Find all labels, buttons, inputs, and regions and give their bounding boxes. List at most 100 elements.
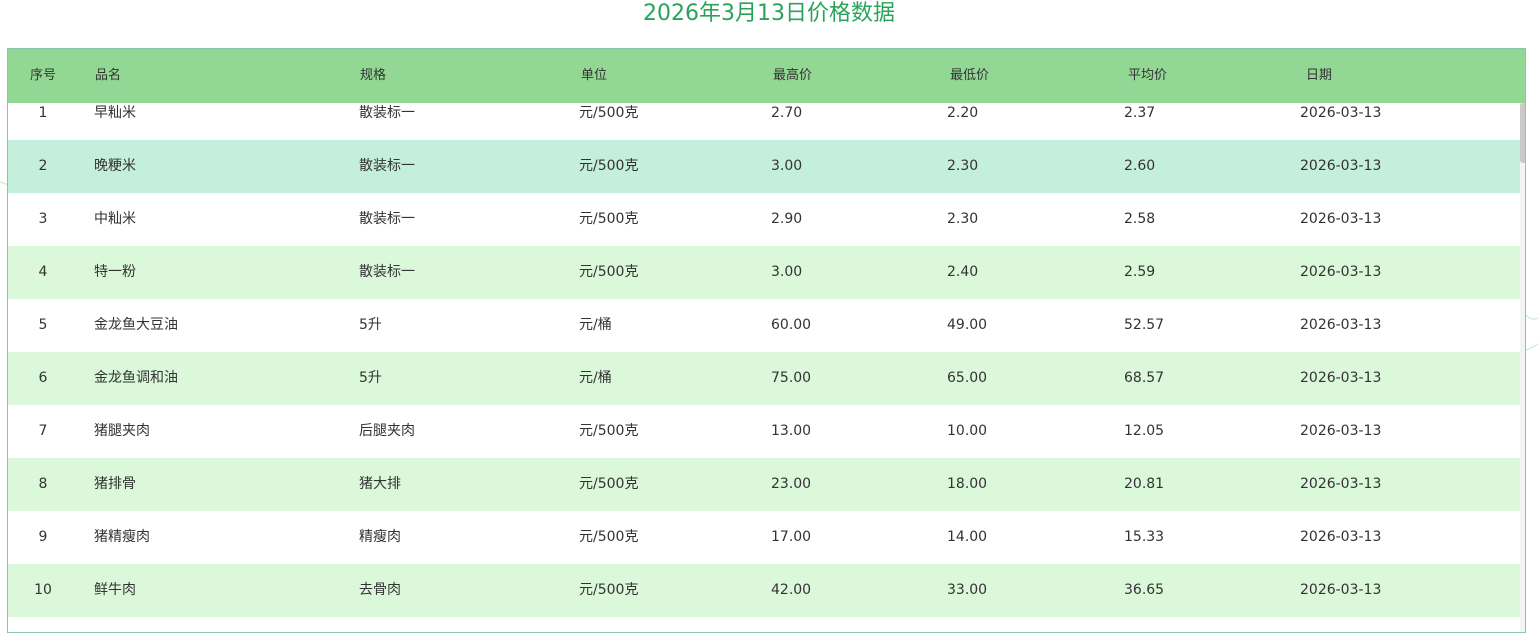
- cell-spec: 5升: [359, 370, 382, 386]
- cell-avg-price: 2.59: [1124, 264, 1156, 280]
- cell-avg-price: 2.60: [1124, 158, 1156, 174]
- cell-name: 早籼米: [94, 105, 136, 121]
- table-row[interactable]: 7 猪腿夹肉 后腿夹肉 元/500克 13.00 10.00 12.05 202…: [8, 405, 1520, 458]
- cell-max-price: 75.00: [771, 370, 812, 386]
- cell-unit: 元/500克: [579, 582, 639, 598]
- column-header-unit: 单位: [581, 68, 608, 83]
- table-row[interactable]: 2 晚粳米 散装标一 元/500克 3.00 2.30 2.60 2026-03…: [8, 140, 1520, 193]
- table-row[interactable]: 1 早籼米 散装标一 元/500克 2.70 2.20 2.37 2026-03…: [8, 103, 1520, 140]
- cell-max-price: 2.70: [771, 105, 803, 121]
- cell-unit: 元/500克: [579, 423, 639, 439]
- cell-min-price: 14.00: [947, 529, 988, 545]
- cell-unit: 元/桶: [579, 370, 612, 386]
- column-header-max-price: 最高价: [773, 68, 813, 83]
- cell-name: 猪排骨: [94, 476, 136, 492]
- cell-max-price: 60.00: [771, 317, 812, 333]
- cell-max-price: 42.00: [771, 582, 812, 598]
- cell-name: 金龙鱼大豆油: [94, 317, 178, 333]
- cell-max-price: 23.00: [771, 476, 812, 492]
- cell-avg-price: 52.57: [1124, 317, 1165, 333]
- table-row[interactable]: 3 中籼米 散装标一 元/500克 2.90 2.30 2.58 2026-03…: [8, 193, 1520, 246]
- cell-date: 2026-03-13: [1300, 158, 1382, 174]
- cell-spec: 猪大排: [359, 476, 401, 492]
- cell-min-price: 2.40: [947, 264, 979, 280]
- column-header-index: 序号: [29, 68, 56, 83]
- cell-name: 中籼米: [94, 211, 136, 227]
- cell-max-price: 2.90: [771, 211, 803, 227]
- price-page: 2026年3月13日价格数据 序号 品名 规格 单位 最高价 最低价 平均价 日…: [0, 0, 1538, 639]
- cell-index: 5: [38, 317, 48, 333]
- column-header-avg-price: 平均价: [1128, 68, 1168, 83]
- cell-unit: 元/桶: [579, 317, 612, 333]
- table-header: 序号 品名 规格 单位 最高价 最低价 平均价 日期: [8, 49, 1525, 103]
- cell-index: 4: [38, 264, 48, 280]
- scrollbar-thumb[interactable]: [1520, 103, 1525, 163]
- cell-avg-price: 36.65: [1124, 582, 1165, 598]
- cell-max-price: 17.00: [771, 529, 812, 545]
- cell-unit: 元/500克: [579, 105, 639, 121]
- cell-unit: 元/500克: [579, 476, 639, 492]
- cell-spec: 散装标一: [359, 264, 415, 280]
- cell-max-price: 13.00: [771, 423, 812, 439]
- cell-unit: 元/500克: [579, 264, 639, 280]
- cell-min-price: 10.00: [947, 423, 988, 439]
- column-header-spec: 规格: [360, 68, 387, 83]
- cell-unit: 元/500克: [579, 211, 639, 227]
- cell-max-price: 3.00: [771, 264, 803, 280]
- cell-min-price: 65.00: [947, 370, 988, 386]
- cell-date: 2026-03-13: [1300, 317, 1382, 333]
- page-title: 2026年3月13日价格数据: [643, 1, 895, 26]
- cell-index: 7: [38, 423, 48, 439]
- column-header-name: 品名: [95, 68, 122, 83]
- cell-max-price: 3.00: [771, 158, 803, 174]
- cell-date: 2026-03-13: [1300, 476, 1382, 492]
- price-table: 序号 品名 规格 单位 最高价 最低价 平均价 日期 1 早籼米 散装标一 元/…: [7, 48, 1526, 633]
- cell-spec: 精瘦肉: [359, 529, 401, 545]
- cell-avg-price: 20.81: [1124, 476, 1165, 492]
- cell-date: 2026-03-13: [1300, 370, 1382, 386]
- cell-spec: 去骨肉: [359, 582, 401, 598]
- cell-spec: 散装标一: [359, 158, 415, 174]
- cell-name: 特一粉: [94, 264, 136, 280]
- cell-name: 猪精瘦肉: [94, 529, 150, 545]
- table-row[interactable]: 8 猪排骨 猪大排 元/500克 23.00 18.00 20.81 2026-…: [8, 458, 1520, 511]
- column-header-min-price: 最低价: [950, 68, 990, 83]
- cell-min-price: 2.30: [947, 158, 979, 174]
- table-body[interactable]: 1 早籼米 散装标一 元/500克 2.70 2.20 2.37 2026-03…: [8, 103, 1520, 632]
- cell-min-price: 2.30: [947, 211, 979, 227]
- table-row[interactable]: 4 特一粉 散装标一 元/500克 3.00 2.40 2.59 2026-03…: [8, 246, 1520, 299]
- cell-index: 10: [34, 582, 52, 598]
- cell-avg-price: 2.58: [1124, 211, 1156, 227]
- cell-avg-price: 2.37: [1124, 105, 1156, 121]
- table-scrollbar[interactable]: [1520, 103, 1525, 632]
- cell-index: 8: [38, 476, 48, 492]
- cell-date: 2026-03-13: [1300, 582, 1382, 598]
- cell-spec: 散装标一: [359, 211, 415, 227]
- table-row[interactable]: 6 金龙鱼调和油 5升 元/桶 75.00 65.00 68.57 2026-0…: [8, 352, 1520, 405]
- cell-avg-price: 68.57: [1124, 370, 1165, 386]
- cell-unit: 元/500克: [579, 158, 639, 174]
- cell-min-price: 2.20: [947, 105, 979, 121]
- cell-index: 9: [38, 529, 48, 545]
- cell-name: 鲜牛肉: [94, 582, 136, 598]
- table-row[interactable]: 5 金龙鱼大豆油 5升 元/桶 60.00 49.00 52.57 2026-0…: [8, 299, 1520, 352]
- cell-unit: 元/500克: [579, 529, 639, 545]
- cell-avg-price: 15.33: [1124, 529, 1165, 545]
- cell-spec: 5升: [359, 317, 382, 333]
- cell-date: 2026-03-13: [1300, 211, 1382, 227]
- cell-min-price: 49.00: [947, 317, 988, 333]
- column-header-date: 日期: [1306, 68, 1333, 83]
- table-row[interactable]: 9 猪精瘦肉 精瘦肉 元/500克 17.00 14.00 15.33 2026…: [8, 511, 1520, 564]
- cell-name: 金龙鱼调和油: [94, 370, 178, 386]
- cell-spec: 后腿夹肉: [359, 423, 415, 439]
- cell-index: 2: [38, 158, 48, 174]
- table-row[interactable]: 10 鲜牛肉 去骨肉 元/500克 42.00 33.00 36.65 2026…: [8, 564, 1520, 617]
- cell-name: 晚粳米: [94, 158, 136, 174]
- cell-date: 2026-03-13: [1300, 529, 1382, 545]
- cell-name: 猪腿夹肉: [94, 423, 150, 439]
- cell-date: 2026-03-13: [1300, 105, 1382, 121]
- cell-date: 2026-03-13: [1300, 264, 1382, 280]
- cell-spec: 散装标一: [359, 105, 415, 121]
- cell-date: 2026-03-13: [1300, 423, 1382, 439]
- cell-min-price: 18.00: [947, 476, 988, 492]
